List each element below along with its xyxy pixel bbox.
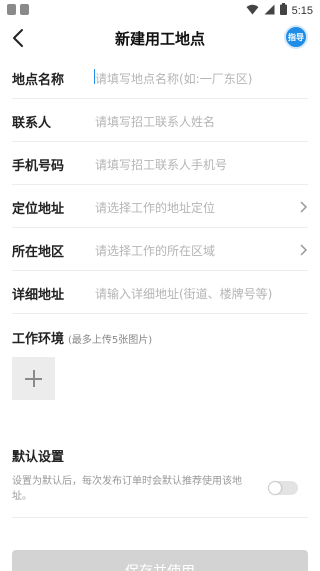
environment-header: 工作环境 (最多上传5张图片) [12,328,152,347]
phone-input[interactable]: 请填写招工联系人手机号 [95,156,227,173]
place-name-input[interactable]: 请填写地点名称(如:一厂东区) [95,70,252,87]
toggle-knob [269,482,281,494]
status-indicators: 5:15 [246,3,313,18]
guide-label: 指导 [288,32,304,42]
save-and-use-button[interactable]: 保存并使用 [12,550,308,571]
contact-input[interactable]: 请填写招工联系人姓名 [95,113,215,130]
region-label: 所在地区 [12,245,65,260]
detail-address-label: 详细地址 [12,288,65,303]
chevron-right-icon [298,199,308,213]
detail-address-row[interactable]: 详细地址 请输入详细地址(街道、楼牌号等) [12,271,308,314]
notification-icon [7,4,16,15]
status-bar: 5:15 [0,0,320,20]
default-toggle[interactable] [268,481,298,495]
location-select[interactable]: 请选择工作的地址定位 [95,199,215,216]
plus-icon-vertical [33,370,35,387]
status-time: 5:15 [291,4,313,17]
notification-icon [20,4,29,15]
phone-label: 手机号码 [12,159,65,174]
region-select[interactable]: 请选择工作的所在区域 [95,242,215,259]
contact-label: 联系人 [12,116,52,131]
upload-image-button[interactable] [12,357,55,400]
environment-title: 工作环境 [12,332,65,347]
nav-bar: 新建用工地点 指导 [0,22,320,54]
page-title: 新建用工地点 [114,30,205,48]
guide-button[interactable]: 指导 [284,25,308,49]
location-label: 定位地址 [12,202,65,217]
contact-row[interactable]: 联系人 请填写招工联系人姓名 [12,99,308,142]
divider [12,517,308,518]
place-name-label: 地点名称 [12,73,65,88]
battery-icon [279,3,287,18]
signal-icon [264,4,275,18]
default-setting-description: 设置为默认后，每次发布订单时会默认推荐使用该地址。 [12,476,242,502]
region-row[interactable]: 所在地区 请选择工作的所在区域 [12,228,308,271]
chevron-right-icon [298,242,308,256]
phone-row[interactable]: 手机号码 请填写招工联系人手机号 [12,142,308,185]
detail-address-input[interactable]: 请输入详细地址(街道、楼牌号等) [95,285,272,302]
environment-hint: (最多上传5张图片) [68,335,153,346]
location-row[interactable]: 定位地址 请选择工作的地址定位 [12,185,308,228]
notification-icons [7,4,29,15]
place-name-row[interactable]: 地点名称 请填写地点名称(如:一厂东区) [12,56,308,99]
wifi-icon [246,4,259,18]
default-setting-title: 默认设置 [12,450,65,465]
